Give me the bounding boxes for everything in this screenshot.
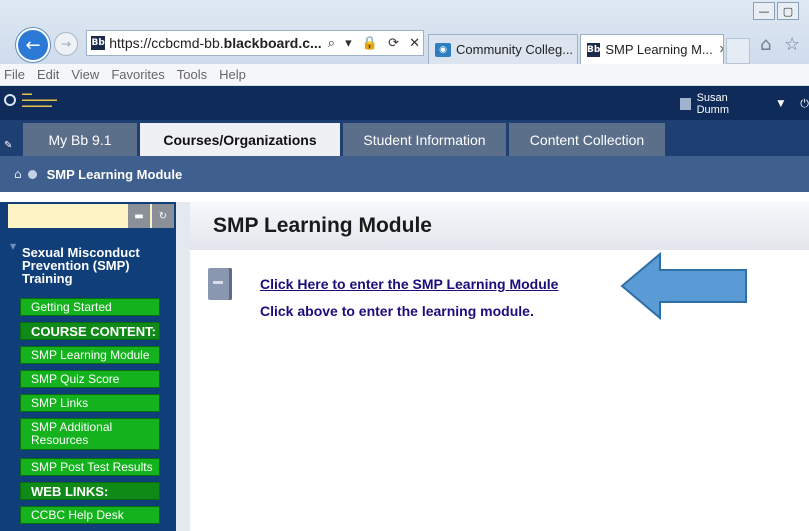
learning-module-link[interactable]: Click Here to enter the SMP Learning Mod… xyxy=(260,276,558,292)
breadcrumb-dot-icon xyxy=(27,169,37,179)
folder-view-icon[interactable]: ▬ xyxy=(128,204,150,228)
home-icon[interactable]: ⌂ xyxy=(760,34,771,55)
menu-heading-web-links: WEB LINKS: xyxy=(20,482,160,500)
avatar xyxy=(680,98,691,110)
back-arrow-icon: ← xyxy=(25,34,41,56)
course-menu: ▬ ↻ ▼ Sexual Misconduct Prevention (SMP)… xyxy=(0,202,176,531)
menu-item-smp-additional-resources[interactable]: SMP Additional Resources xyxy=(20,418,160,450)
collapse-triangle-icon[interactable]: ▼ xyxy=(10,242,16,251)
menu-bar: File Edit View Favorites Tools Help xyxy=(0,64,809,86)
address-domain: blackboard.c... xyxy=(223,35,322,51)
menu-favorites[interactable]: Favorites xyxy=(111,67,164,82)
breadcrumb-current[interactable]: SMP Learning Module xyxy=(47,167,183,182)
spacer xyxy=(0,192,809,202)
page-title: SMP Learning Module xyxy=(190,202,809,250)
blackboard-favicon-icon: Bb xyxy=(91,36,106,50)
minimize-button[interactable]: — xyxy=(753,2,775,20)
tab-content-collection[interactable]: Content Collection xyxy=(509,123,665,156)
maximize-button[interactable]: ▢ xyxy=(777,2,799,20)
menu-heading-course-content: COURSE CONTENT: xyxy=(20,322,160,340)
power-icon[interactable]: ⏻ xyxy=(800,97,809,111)
pin-icon[interactable]: ✎ xyxy=(4,140,12,151)
menu-item-smp-learning-module[interactable]: SMP Learning Module xyxy=(20,346,160,364)
forward-button[interactable]: → xyxy=(54,32,78,56)
favorites-star-icon[interactable]: ☆ xyxy=(784,34,800,55)
tab-student-information[interactable]: Student Information xyxy=(343,123,506,156)
blackboard-tabs: ✎ My Bb 9.1 Courses/Organizations Studen… xyxy=(0,120,809,156)
course-title: Sexual Misconduct Prevention (SMP) Train… xyxy=(22,245,140,286)
menu-tools[interactable]: Tools xyxy=(177,67,207,82)
user-menu[interactable]: Susan Dumm ▼ ⏻ xyxy=(680,92,809,116)
refresh-icon[interactable]: ↻ xyxy=(152,204,174,228)
new-tab-button[interactable] xyxy=(726,38,750,64)
address-bar[interactable]: Bb https://ccbcmd-bb. blackboard.c... ⌕ ▾… xyxy=(86,30,424,56)
blackboard-icon: Bb xyxy=(587,42,601,57)
learning-module-description: Click above to enter the learning module… xyxy=(260,303,534,319)
globe-icon: ◉ xyxy=(435,42,451,57)
menu-item-smp-post-test-results[interactable]: SMP Post Test Results xyxy=(20,458,160,476)
college-logo-text: ▬▬ ▬▬▬▬▬▬▬ ▬▬▬▬▬▬ xyxy=(22,91,57,109)
menu-view[interactable]: View xyxy=(71,67,99,82)
tab-label: SMP Learning M... xyxy=(605,42,713,57)
pointer-arrow-icon xyxy=(620,251,747,320)
address-prefix: https://ccbcmd-bb. xyxy=(109,35,224,51)
menu-edit[interactable]: Edit xyxy=(37,67,59,82)
back-button[interactable]: ← xyxy=(16,28,50,62)
menu-item-ccbc-help-desk[interactable]: CCBC Help Desk xyxy=(20,506,160,524)
learning-module-icon xyxy=(208,268,232,300)
browser-tab-smp[interactable]: Bb SMP Learning M... ✕ xyxy=(580,34,724,64)
browser-window: — ▢ ← → Bb https://ccbcmd-bb. blackboard.… xyxy=(0,0,809,531)
browser-toolbar: — ▢ ← → Bb https://ccbcmd-bb. blackboard.… xyxy=(0,0,809,64)
blackboard-header: ▬▬ ▬▬▬▬▬▬▬ ▬▬▬▬▬▬ Susan Dumm ▼ ⏻ xyxy=(0,86,809,120)
college-logo[interactable]: ▬▬ ▬▬▬▬▬▬▬ ▬▬▬▬▬▬ xyxy=(4,90,90,110)
address-tools[interactable]: ⌕ ▾ 🔒 ⟳ ✕ xyxy=(328,36,423,51)
tab-my-bb[interactable]: My Bb 9.1 xyxy=(23,123,137,156)
browser-tab-community-college[interactable]: ◉ Community Colleg... xyxy=(428,34,578,64)
close-tab-icon[interactable]: ✕ xyxy=(719,43,723,56)
forward-arrow-icon: → xyxy=(60,37,72,51)
chevron-down-icon: ▼ xyxy=(777,99,785,109)
window-controls: — ▢ xyxy=(753,2,799,20)
course-menu-toolbar: ▬ ↻ xyxy=(8,204,174,228)
content-area: SMP Learning Module Click Here to enter … xyxy=(176,202,809,531)
breadcrumb: ⌂ SMP Learning Module xyxy=(0,156,809,192)
menu-item-smp-links[interactable]: SMP Links xyxy=(20,394,160,412)
menu-item-smp-quiz-score[interactable]: SMP Quiz Score xyxy=(20,370,160,388)
menu-item-getting-started[interactable]: Getting Started xyxy=(20,298,160,316)
menu-help[interactable]: Help xyxy=(219,67,246,82)
tab-courses-organizations[interactable]: Courses/Organizations xyxy=(140,123,340,156)
user-name: Susan Dumm xyxy=(696,92,729,116)
tab-label: Community Colleg... xyxy=(456,42,574,57)
menu-file[interactable]: File xyxy=(4,67,25,82)
college-seal-icon xyxy=(4,94,16,106)
home-icon[interactable]: ⌂ xyxy=(14,167,22,181)
